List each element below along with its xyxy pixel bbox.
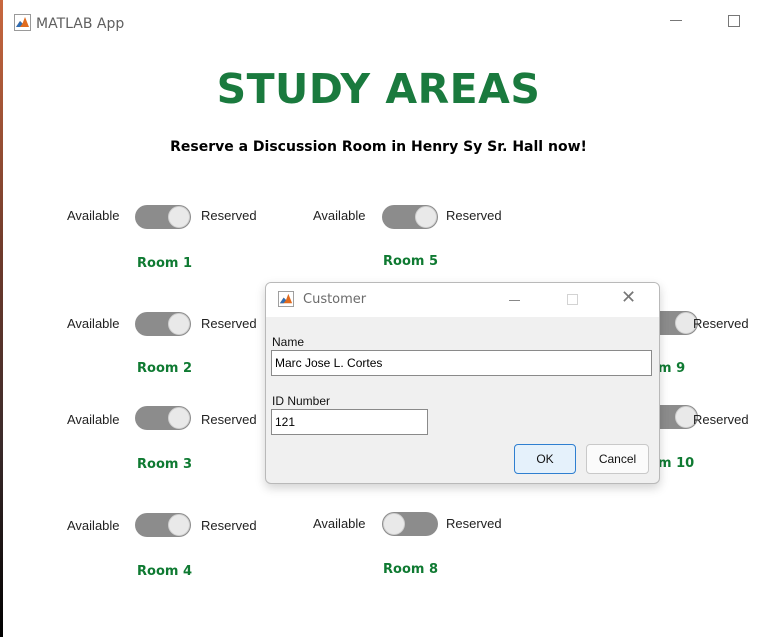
page-title: STUDY AREAS [216, 65, 541, 113]
toggle-knob [383, 513, 405, 535]
room5-label: Room 5 [383, 254, 438, 269]
name-label: Name [272, 335, 305, 349]
room1-available-label: Available [67, 208, 120, 223]
room5-available-label: Available [313, 208, 366, 223]
id-number-input[interactable] [271, 409, 428, 435]
room4-label: Room 4 [137, 564, 192, 579]
toggle-knob [168, 514, 190, 536]
room4-reserved-label: Reserved [201, 518, 257, 533]
room4-available-label: Available [67, 518, 120, 533]
room5-toggle[interactable] [382, 205, 438, 229]
app-titlebar: MATLAB App [14, 12, 757, 36]
room8-toggle[interactable] [382, 512, 438, 536]
maximize-button[interactable] [728, 15, 740, 27]
cancel-button[interactable]: Cancel [586, 444, 649, 474]
room1-label: Room 1 [137, 256, 192, 271]
dialog-title: Customer [303, 292, 367, 307]
dialog-maximize-button[interactable] [567, 294, 578, 305]
room1-reserved-label: Reserved [201, 208, 257, 223]
matlab-icon [278, 291, 294, 307]
minimize-button[interactable] [670, 20, 682, 21]
toggle-knob [168, 206, 190, 228]
page-subtitle: Reserve a Discussion Room in Henry Sy Sr… [170, 139, 587, 155]
room4-toggle[interactable] [135, 513, 191, 537]
dialog-minimize-button[interactable] [509, 300, 520, 301]
window-title: MATLAB App [36, 16, 125, 32]
room10-reserved-label: Reserved [693, 412, 749, 427]
id-number-label: ID Number [272, 394, 331, 408]
name-input[interactable] [271, 350, 652, 376]
room9-label: m 9 [658, 361, 686, 376]
toggle-knob [168, 407, 190, 429]
room5-reserved-label: Reserved [446, 208, 502, 223]
room9-reserved-label: Reserved [693, 316, 749, 331]
customer-dialog: Customer ✕ Name ID Number OK Cancel [265, 282, 660, 484]
dialog-titlebar: Customer ✕ [266, 283, 659, 317]
room2-reserved-label: Reserved [201, 316, 257, 331]
ok-button[interactable]: OK [514, 444, 576, 474]
toggle-knob [415, 206, 437, 228]
toggle-knob [168, 313, 190, 335]
matlab-icon [14, 14, 31, 31]
room2-toggle[interactable] [135, 312, 191, 336]
room10-label: m 10 [658, 456, 695, 471]
room3-reserved-label: Reserved [201, 412, 257, 427]
room3-toggle[interactable] [135, 406, 191, 430]
room8-available-label: Available [313, 516, 366, 531]
room3-label: Room 3 [137, 457, 192, 472]
room3-available-label: Available [67, 412, 120, 427]
room2-label: Room 2 [137, 361, 192, 376]
dialog-close-icon[interactable]: ✕ [621, 287, 636, 308]
room8-reserved-label: Reserved [446, 516, 502, 531]
room8-label: Room 8 [383, 562, 438, 577]
room1-toggle[interactable] [135, 205, 191, 229]
room2-available-label: Available [67, 316, 120, 331]
